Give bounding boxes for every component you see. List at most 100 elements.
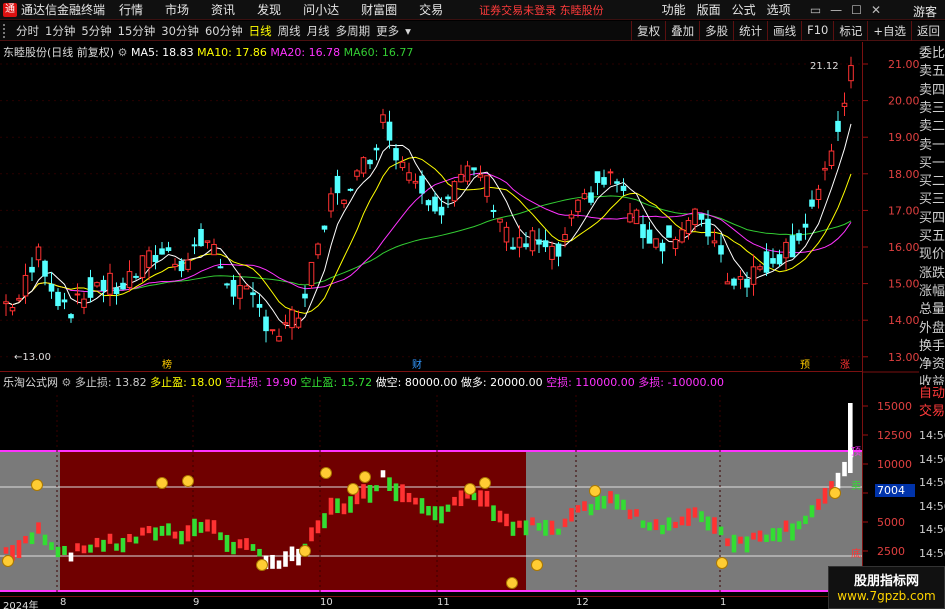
statistics-button[interactable]: 统计: [733, 21, 767, 41]
login-status: 证券交易未登录 东睦股份: [479, 3, 604, 17]
quote-label: 买一: [919, 154, 945, 173]
indicator-bar: [166, 523, 171, 536]
restore-icon[interactable]: ▭: [810, 3, 821, 17]
candle-body: [120, 282, 126, 290]
indicator-bar: [400, 484, 405, 503]
menu-function[interactable]: 功能: [662, 1, 686, 18]
back-button[interactable]: 返回: [911, 21, 945, 41]
menu-trade[interactable]: 交易: [419, 1, 443, 18]
quote-label: 买四: [919, 209, 945, 228]
param-long-stop: 多止损: 13.82: [74, 376, 147, 389]
indicator-tick-label: 15000: [877, 400, 912, 413]
indicator-bar: [842, 461, 847, 477]
tab-60min[interactable]: 60分钟: [202, 23, 246, 39]
menu-discover[interactable]: 发现: [257, 1, 281, 18]
tab-daily[interactable]: 日线: [246, 23, 275, 39]
candle-body: [406, 172, 412, 181]
guest-button[interactable]: 游客: [913, 3, 937, 20]
param-long: 做多: 20000.00: [460, 376, 543, 389]
candle-body: [445, 196, 451, 200]
close-icon[interactable]: ✕: [871, 3, 881, 17]
chevron-down-icon[interactable]: ▾: [402, 24, 414, 38]
tab-1min[interactable]: 1分钟: [42, 23, 78, 39]
quote-label[interactable]: 自动: [919, 385, 945, 403]
candle-body: [536, 239, 542, 245]
candle-body: [230, 279, 237, 297]
candle-body: [165, 247, 172, 251]
tab-monthly[interactable]: 月线: [304, 23, 333, 39]
indicator-bar: [504, 513, 509, 527]
candle-body: [503, 226, 510, 243]
menu-layout[interactable]: 版面: [697, 1, 721, 18]
candle-body: [484, 175, 490, 197]
tab-multi-period[interactable]: 多周期: [333, 23, 374, 39]
tab-timeshare[interactable]: 分时: [13, 23, 42, 39]
indicator-bar: [237, 539, 243, 549]
candle-body: [848, 65, 854, 82]
candle-body: [789, 235, 796, 258]
indicator-bar: [738, 536, 743, 544]
price-tick-label: 15.00: [888, 278, 920, 291]
signal-smiley-icon: [506, 577, 518, 589]
draw-line-button[interactable]: 画线: [767, 21, 801, 41]
quote-label: 卖四: [919, 81, 945, 100]
maximize-icon[interactable]: ☐: [851, 3, 862, 17]
x-label: 8: [60, 597, 67, 608]
settings-icon[interactable]: ⚙: [118, 46, 131, 59]
x-label: 12: [576, 597, 589, 608]
app-logo-icon: 通: [3, 2, 17, 17]
indicator-bar: [419, 498, 425, 514]
candle-body: [282, 322, 289, 325]
candle-body: [750, 266, 757, 285]
menu-ask[interactable]: 问小达: [303, 1, 339, 18]
indicator-bar: [413, 497, 418, 505]
signal-smiley-icon: [464, 483, 476, 495]
tab-weekly[interactable]: 周线: [275, 23, 304, 39]
indicator-bar: [49, 542, 54, 550]
minimize-icon[interactable]: —: [830, 3, 842, 17]
tab-5min[interactable]: 5分钟: [78, 23, 114, 39]
tab-15min[interactable]: 15分钟: [115, 23, 159, 39]
candle-body: [55, 291, 61, 307]
app-title: 通达信金融终端: [21, 3, 106, 17]
indicator-bar: [822, 487, 828, 504]
indicator-bar: [608, 491, 613, 504]
tab-more[interactable]: 更多: [373, 23, 402, 39]
menu-options[interactable]: 选项: [767, 1, 791, 18]
candle-body: [705, 218, 711, 237]
indicator-bar: [790, 523, 795, 541]
multi-stock-button[interactable]: 多股: [699, 21, 733, 41]
menu-formula[interactable]: 公式: [732, 1, 756, 18]
indicator-tick-label: 10000: [877, 458, 912, 471]
indicator-chart[interactable]: 顶卖底: [0, 373, 862, 595]
candle-body: [74, 293, 81, 296]
add-watchlist-button[interactable]: +自选: [867, 21, 911, 41]
tab-30min[interactable]: 30分钟: [158, 23, 202, 39]
indicator-bar: [432, 506, 438, 521]
menu-news[interactable]: 资讯: [211, 1, 235, 18]
indicator-bar: [16, 540, 22, 559]
f10-button[interactable]: F10: [801, 21, 833, 41]
menu-wealth[interactable]: 财富圈: [361, 1, 397, 18]
indicator-bar: [328, 497, 334, 515]
candle-body: [367, 159, 373, 165]
ma5-label: MA5: 18.83: [130, 46, 194, 59]
candle-body: [490, 209, 497, 212]
indicator-bar: [478, 490, 483, 507]
menu-market[interactable]: 行情: [119, 1, 143, 18]
indicator-bar: [198, 522, 204, 533]
indicator-bar: [764, 534, 769, 543]
candle-body: [211, 243, 217, 256]
menu-exchange[interactable]: 市场: [165, 1, 189, 18]
kline-chart[interactable]: 21.12 ←13.00 榜 财 预 涨: [0, 42, 862, 372]
indicator-bar: [549, 520, 555, 535]
restore-rights-button[interactable]: 复权: [631, 21, 665, 41]
zone-label: 顶: [851, 446, 861, 458]
indicator-settings-icon[interactable]: ⚙: [62, 376, 72, 389]
overlay-button[interactable]: 叠加: [665, 21, 699, 41]
indicator-bar: [127, 534, 132, 543]
indicator-spike: [848, 403, 853, 473]
indicator-bar: [120, 538, 126, 553]
mark-button[interactable]: 标记: [833, 21, 867, 41]
quote-label[interactable]: 交易: [919, 403, 945, 421]
